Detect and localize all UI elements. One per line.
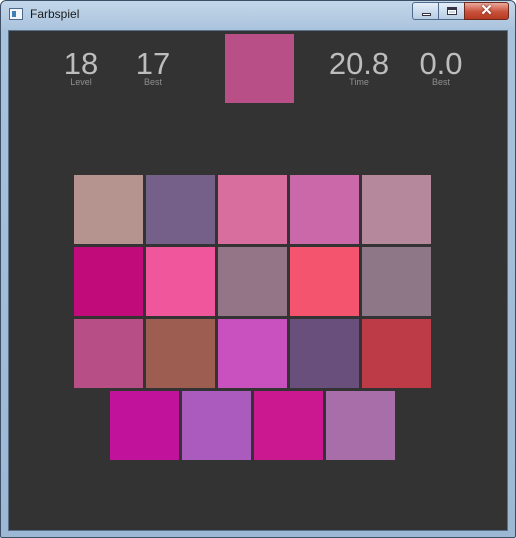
level-value: 18 — [63, 46, 99, 81]
color-tile[interactable] — [290, 175, 359, 244]
app-icon — [9, 8, 23, 20]
title-bar[interactable]: Farbspiel ✕ — [1, 1, 515, 29]
color-tile[interactable] — [146, 175, 215, 244]
maximize-button[interactable] — [438, 2, 465, 20]
color-tile[interactable] — [362, 175, 431, 244]
color-tile[interactable] — [74, 319, 143, 388]
color-tile[interactable] — [74, 175, 143, 244]
time-value: 20.8 — [328, 46, 390, 81]
best-level-stat: 17 Best — [131, 46, 175, 88]
game-window: Farbspiel ✕ 18 Level 17 Best 20.8 Time 0… — [0, 0, 516, 538]
color-tile[interactable] — [218, 319, 287, 388]
color-tile[interactable] — [290, 319, 359, 388]
color-tile[interactable] — [74, 247, 143, 316]
color-tile[interactable] — [146, 319, 215, 388]
color-tile[interactable] — [362, 319, 431, 388]
maximize-icon — [447, 7, 457, 15]
color-tile[interactable] — [218, 175, 287, 244]
close-icon: ✕ — [480, 2, 493, 19]
best-level-value: 17 — [135, 46, 171, 81]
minimize-icon — [422, 13, 431, 16]
color-tile[interactable] — [182, 391, 251, 460]
target-color-swatch — [225, 34, 294, 103]
minimize-button[interactable] — [412, 2, 439, 20]
window-title: Farbspiel — [30, 7, 80, 21]
color-tile[interactable] — [362, 247, 431, 316]
window-controls: ✕ — [412, 2, 509, 22]
game-area: 18 Level 17 Best 20.8 Time 0.0 Best — [8, 30, 508, 531]
level-stat: 18 Level — [59, 46, 103, 88]
best-time-stat: 0.0 Best — [409, 46, 473, 88]
color-tile[interactable] — [218, 247, 287, 316]
color-tile[interactable] — [290, 247, 359, 316]
best-time-value: 0.0 — [419, 46, 463, 81]
color-tile[interactable] — [110, 391, 179, 460]
close-button[interactable]: ✕ — [464, 2, 509, 20]
time-stat: 20.8 Time — [319, 46, 399, 88]
color-tile[interactable] — [326, 391, 395, 460]
color-tile[interactable] — [254, 391, 323, 460]
color-tile[interactable] — [146, 247, 215, 316]
